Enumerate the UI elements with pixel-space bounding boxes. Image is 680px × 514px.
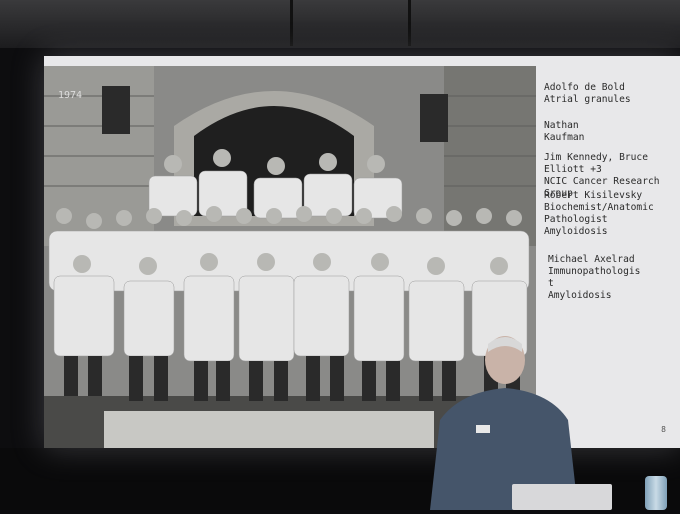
presenter — [410, 330, 580, 510]
slide-page-number: 8 — [661, 425, 666, 434]
slide-entry-kaufman: Nathan Kaufman — [544, 120, 585, 143]
slide-entry-de-bold: Adolfo de Bold Atrial granules — [544, 82, 631, 105]
ceiling — [0, 0, 680, 48]
ceiling-beam — [408, 0, 411, 46]
water-bottle — [645, 476, 667, 510]
slide-name-list: Adolfo de Bold Atrial granules Nathan Ka… — [544, 76, 678, 302]
presenter-figure — [430, 336, 578, 510]
slide-entry-axelrad: Michael Axelrad Immunopathologis t Amylo… — [548, 254, 641, 301]
ceiling-beam — [290, 0, 293, 46]
laptop — [512, 484, 612, 510]
photo-year-label: 1974 — [58, 90, 83, 101]
projection-screen: 1974 Adolfo de Bold Atrial granules Nath… — [44, 56, 680, 448]
slide-entry-kisilevsky: Robert Kisilevsky Biochemist/Anatomic Pa… — [544, 190, 654, 237]
